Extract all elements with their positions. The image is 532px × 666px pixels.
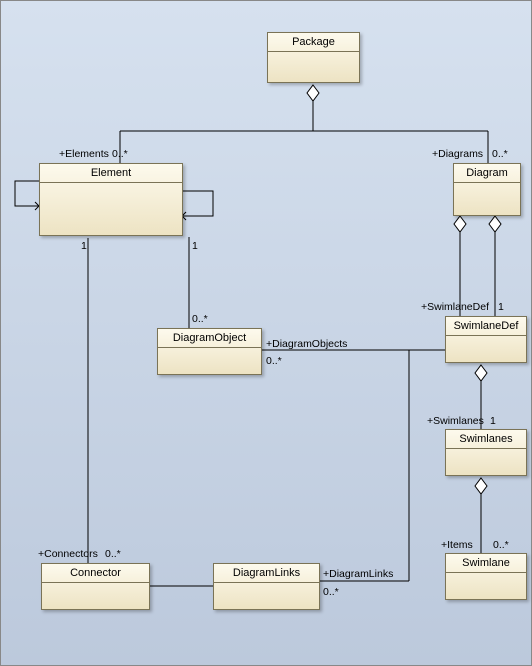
label-swimlanes-role: +Swimlanes <box>427 415 484 427</box>
class-package[interactable]: Package <box>267 32 360 83</box>
class-swimlane-name: Swimlane <box>446 554 526 573</box>
label-swimlanedef-role: +SwimlaneDef <box>421 301 489 313</box>
label-swimlanes-mult: 1 <box>490 415 496 427</box>
label-diagobj-role: +DiagramObjects <box>266 338 347 350</box>
diamond-swimlanedef <box>475 365 487 381</box>
diamond-package <box>307 85 319 101</box>
diamond-swimlanes <box>475 478 487 494</box>
label-items-mult: 0..* <box>493 539 509 551</box>
label-connectors-mult: 0..* <box>105 548 121 560</box>
label-diagobj-mult2: 0..* <box>266 355 282 367</box>
label-diagrams-mult: 0..* <box>492 148 508 160</box>
label-swimlanedef-mult: 1 <box>498 301 504 313</box>
diamond-diagram-right <box>489 216 501 232</box>
class-diagramobject-name: DiagramObject <box>158 329 261 348</box>
diamond-diagram-left <box>454 216 466 232</box>
class-connector-name: Connector <box>42 564 149 583</box>
diagram-canvas: Package Element Diagram DiagramObject Sw… <box>0 0 532 666</box>
label-connectors-role: +Connectors <box>38 548 98 560</box>
class-diagramobject[interactable]: DiagramObject <box>157 328 262 375</box>
label-elements-role: +Elements <box>59 148 109 160</box>
class-swimlanes[interactable]: Swimlanes <box>445 429 527 476</box>
class-diagram-name: Diagram <box>454 164 520 183</box>
class-diagram[interactable]: Diagram <box>453 163 521 216</box>
class-diagramlinks[interactable]: DiagramLinks <box>213 563 320 610</box>
class-element-name: Element <box>40 164 182 183</box>
label-diagobj-mult: 0..* <box>192 313 208 325</box>
class-swimlane[interactable]: Swimlane <box>445 553 527 600</box>
class-swimlanedef[interactable]: SwimlaneDef <box>445 316 527 363</box>
label-items-role: +Items <box>441 539 473 551</box>
label-elements-mult: 0..* <box>112 148 128 160</box>
label-elem-1b: 1 <box>192 240 198 252</box>
class-swimlanedef-name: SwimlaneDef <box>446 317 526 336</box>
class-package-name: Package <box>268 33 359 52</box>
class-swimlanes-name: Swimlanes <box>446 430 526 449</box>
label-diaglinks-role: +DiagramLinks <box>323 568 393 580</box>
label-diagrams-role: +Diagrams <box>432 148 483 160</box>
class-diagramlinks-name: DiagramLinks <box>214 564 319 583</box>
class-element[interactable]: Element <box>39 163 183 236</box>
label-elem-1a: 1 <box>81 240 87 252</box>
class-connector[interactable]: Connector <box>41 563 150 610</box>
label-diaglinks-mult: 0..* <box>323 586 339 598</box>
